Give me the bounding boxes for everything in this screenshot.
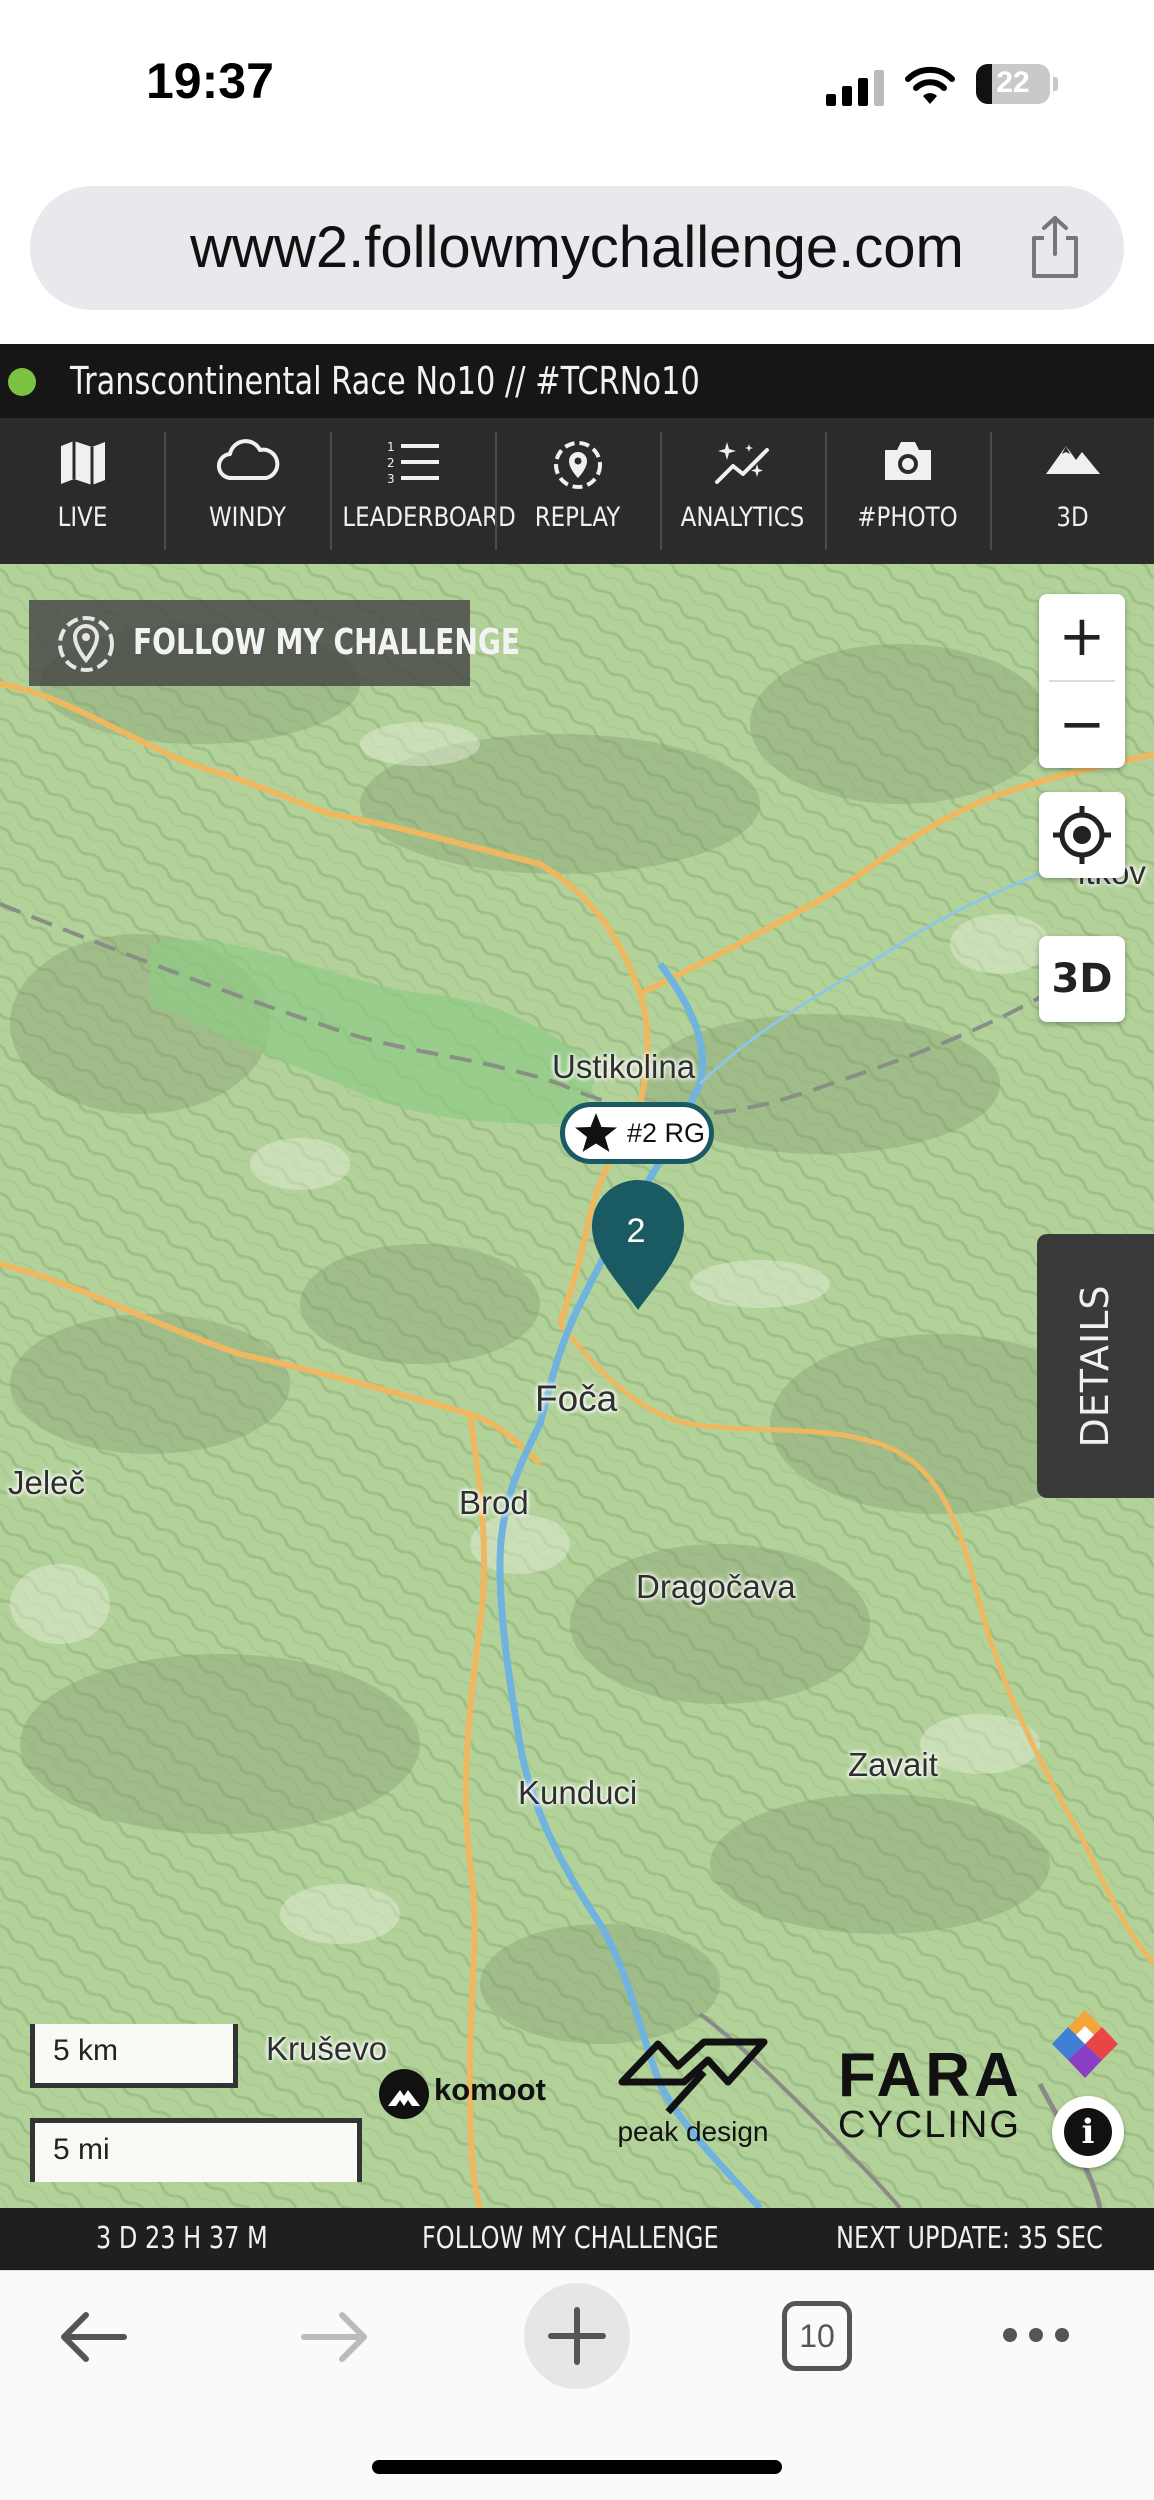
tab-count: 10: [799, 2318, 835, 2354]
cloud-icon: [216, 439, 279, 481]
diamond-logo-icon: [1052, 2010, 1118, 2078]
tool-leaderboard-label: LEADERBOARD: [342, 502, 516, 533]
view-3d-button[interactable]: 3D: [1039, 936, 1125, 1022]
zoom-in-button[interactable]: +: [1039, 594, 1125, 680]
zoom-control: + −: [1039, 594, 1125, 768]
tool-photo[interactable]: #PHOTO: [825, 418, 990, 564]
place-label: Kunduci: [518, 1774, 638, 1811]
mountain-icon: [1045, 446, 1100, 474]
zoom-out-button[interactable]: −: [1039, 682, 1125, 768]
url-text[interactable]: www2.followmychallenge.com: [30, 186, 1124, 310]
new-tab-button[interactable]: [524, 2283, 630, 2389]
address-bar[interactable]: www2.followmychallenge.com: [30, 186, 1124, 310]
camera-icon: [884, 442, 931, 480]
tool-leaderboard[interactable]: 1 2 3 LEADERBOARD: [330, 418, 516, 564]
tool-live-label: LIVE: [57, 502, 108, 533]
share-icon[interactable]: [1024, 214, 1086, 280]
place-label: Dragočava: [636, 1568, 796, 1605]
tool-analytics[interactable]: ANALYTICS: [660, 418, 825, 564]
tabs-button[interactable]: 10: [782, 2301, 852, 2371]
status-footer: 3 D 23 H 37 M FOLLOW MY CHALLENGE NEXT U…: [0, 2208, 1154, 2270]
tool-3d[interactable]: 3D: [990, 418, 1154, 564]
back-arrow-icon[interactable]: [58, 2307, 128, 2367]
tool-photo-label: #PHOTO: [857, 502, 958, 533]
tool-3d-label: 3D: [1056, 502, 1089, 533]
place-label: Brod: [459, 1484, 529, 1521]
peakdesign-mark-icon: [618, 2038, 768, 2115]
fara-cycling-logo[interactable]: FARA CYCLING: [834, 2040, 1034, 2160]
tool-live[interactable]: LIVE: [0, 418, 165, 564]
live-status-dot: [8, 368, 36, 396]
footer-brand: FOLLOW MY CHALLENGE: [422, 2221, 719, 2256]
race-title-bar: Transcontinental Race No10 // #TCRNo10: [0, 344, 1154, 418]
next-update: NEXT UPDATE: 35 SEC: [836, 2221, 1103, 2256]
tool-windy[interactable]: WINDY: [165, 418, 330, 564]
scale-km: 5 km: [30, 2024, 238, 2088]
info-button[interactable]: i: [1052, 2096, 1124, 2168]
list-icon: 1 2 3: [387, 440, 439, 486]
plus-icon: [548, 2307, 606, 2365]
rider-label-text: #2 RG: [627, 1118, 706, 1148]
tool-windy-label: WINDY: [208, 502, 287, 533]
komoot-logo[interactable]: komoot: [378, 2064, 578, 2124]
scale-mi: 5 mi: [30, 2118, 362, 2182]
rider-pin-number: 2: [626, 1212, 646, 1250]
fara-sub-text: CYCLING: [838, 2104, 1021, 2146]
logo-text: FOLLOW MY CHALLENGE: [133, 622, 521, 663]
more-options-icon[interactable]: [1000, 2323, 1072, 2347]
details-tab[interactable]: DETAILS: [1037, 1234, 1154, 1498]
komoot-icon: [379, 2069, 429, 2119]
main-toolbar: LIVE WINDY 1 2 3 LEADERBOARD REPLAY ANAL…: [0, 418, 1154, 564]
komoot-text: komoot: [434, 2072, 546, 2107]
ios-status-bar: 19:37 22: [0, 0, 1154, 170]
home-indicator[interactable]: [372, 2460, 782, 2474]
peakdesign-text: peak design: [617, 2116, 769, 2147]
location-pin-logo-icon: [58, 616, 114, 672]
rider-label[interactable]: #2 RG: [560, 1102, 714, 1164]
battery-icon: 22: [976, 64, 1058, 104]
map-canvas[interactable]: Ustikolina Foča Jeleč Brod Dragočava Zav…: [0, 564, 1154, 2208]
race-title: Transcontinental Race No10 // #TCRNo10: [70, 359, 700, 403]
tool-replay-label: REPLAY: [534, 502, 621, 533]
svg-text:2: 2: [387, 456, 395, 470]
replay-target-icon: [553, 441, 602, 489]
tool-analytics-label: ANALYTICS: [680, 502, 805, 533]
svg-text:1: 1: [387, 440, 395, 454]
place-label: Ustikolina: [552, 1048, 696, 1085]
view-3d-label: 3D: [1051, 956, 1113, 1002]
place-label: Foča: [535, 1378, 618, 1419]
forward-arrow-icon[interactable]: [300, 2307, 370, 2367]
follow-my-challenge-logo: FOLLOW MY CHALLENGE: [29, 600, 520, 686]
peakdesign-logo[interactable]: peak design: [608, 2038, 778, 2158]
place-label: Zavait: [848, 1746, 938, 1783]
fara-text: FARA: [838, 2041, 1023, 2110]
crosshair-icon: [1053, 806, 1111, 864]
map-icon: [60, 441, 105, 485]
cellular-signal-icon: [826, 70, 884, 106]
place-label: Jeleč: [8, 1464, 86, 1501]
details-label: DETAILS: [1073, 1284, 1117, 1448]
locate-button[interactable]: [1039, 792, 1125, 878]
wifi-icon: [905, 66, 955, 104]
star-icon: [575, 1113, 617, 1152]
place-label: Kruševo: [266, 2030, 388, 2067]
status-time: 19:37: [146, 53, 274, 109]
tool-replay[interactable]: REPLAY: [495, 418, 660, 564]
elapsed-time: 3 D 23 H 37 M: [96, 2221, 268, 2256]
sparkle-chart-icon: [714, 442, 769, 484]
svg-text:3: 3: [387, 472, 395, 486]
info-icon: i: [1064, 2108, 1112, 2156]
